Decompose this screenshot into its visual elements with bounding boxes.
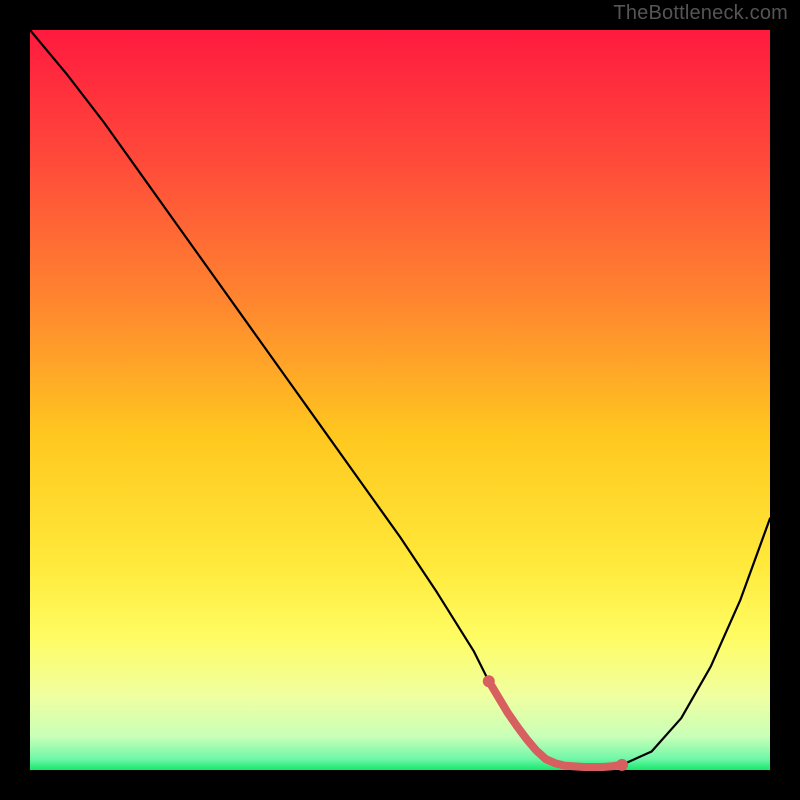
optimal-region-end-dot <box>616 759 628 771</box>
plot-background <box>30 30 770 770</box>
bottleneck-curve-chart <box>0 0 800 800</box>
chart-container: TheBottleneck.com <box>0 0 800 800</box>
watermark-text: TheBottleneck.com <box>613 2 788 25</box>
optimal-region-start-dot <box>483 675 495 687</box>
